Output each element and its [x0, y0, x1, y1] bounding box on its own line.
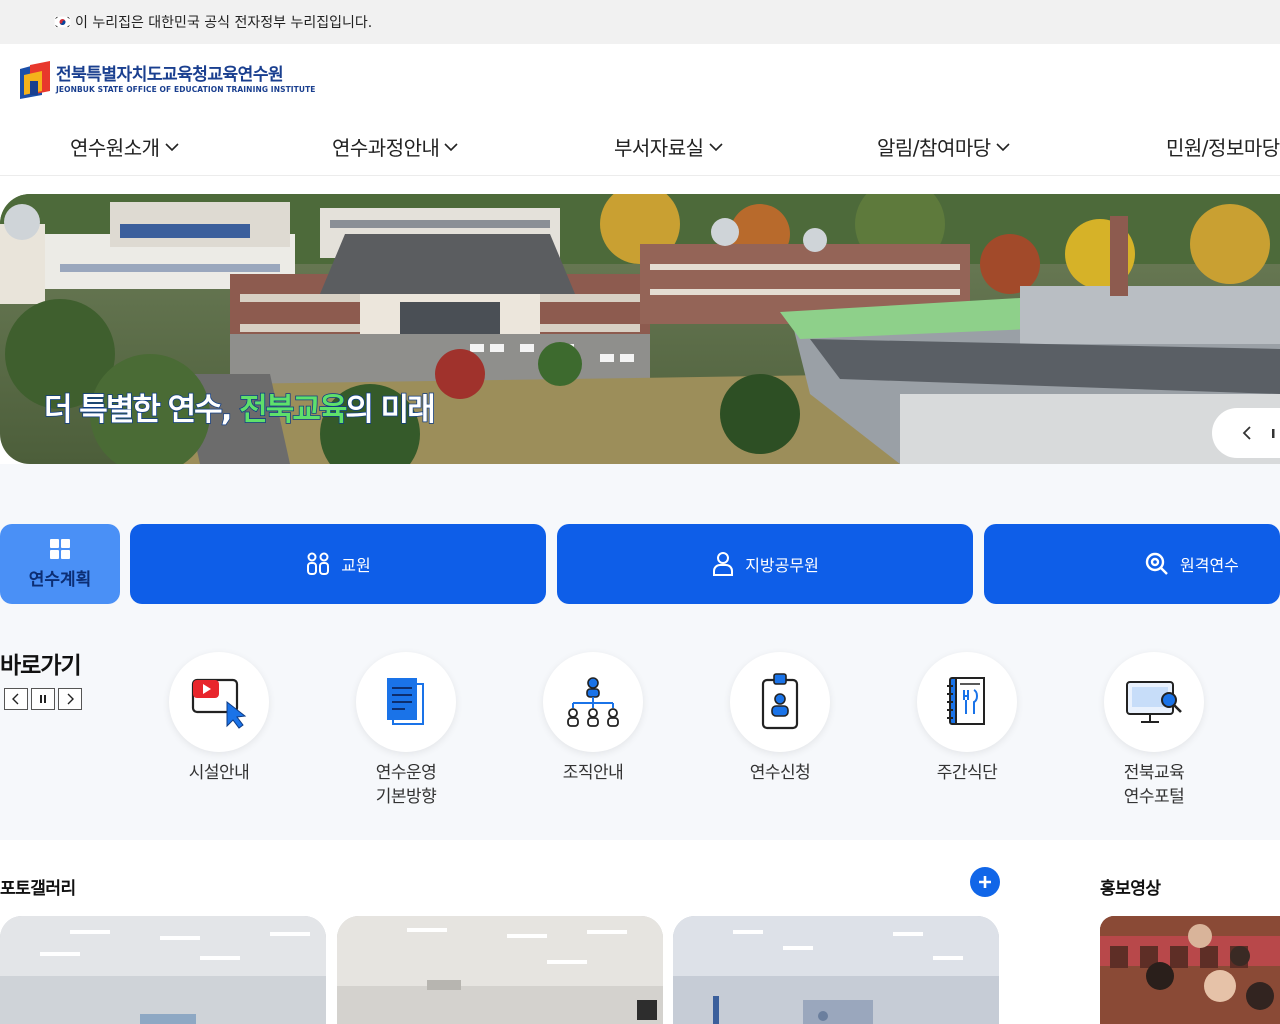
chevron-left-icon[interactable]	[1240, 425, 1254, 441]
people-icon	[307, 552, 330, 575]
quick-link-operation-direction[interactable]: 연수운영 기본방향	[336, 652, 476, 809]
nav-label: 민원/정보마당	[1166, 136, 1280, 160]
gallery-photo[interactable]	[0, 916, 326, 1024]
quick-link-icon-wrap	[543, 652, 643, 752]
training-plan-label: 연수계획	[28, 569, 92, 590]
category-remote-button[interactable]: 원격연수	[984, 524, 1280, 604]
promo-video-title: 홍보영상	[1100, 879, 1161, 899]
training-plan-tab[interactable]: 연수계획	[0, 524, 120, 604]
nav-item-civil[interactable]: 민원/정보마당	[1166, 132, 1280, 161]
quick-link-label: 주간식단	[936, 763, 998, 783]
prev-button[interactable]	[4, 688, 28, 710]
monitor-search-icon	[1126, 681, 1182, 723]
site-header: 전북특별자치도교육청교육연수원 JEONBUK STATE OFFICE OF …	[0, 44, 1280, 176]
main-nav: 연수원소개 연수과정안내 부서자료실 알림/참여마당 민원/정보마당	[0, 132, 1280, 164]
quick-link-label: 연수운영 기본방향	[375, 763, 437, 807]
id-badge-icon	[761, 673, 799, 730]
promo-video-image	[1100, 916, 1280, 1024]
logo-name-en: JEONBUK STATE OFFICE OF EDUCATION TRAINI…	[56, 85, 316, 94]
quick-link-label: 전북교육 연수포털	[1123, 763, 1185, 807]
nav-item-courses[interactable]: 연수과정안내	[332, 132, 459, 161]
photo-gallery-title: 포토갤러리	[0, 879, 76, 899]
hero-slider-controls	[1212, 408, 1280, 458]
quick-link-icon-wrap	[917, 652, 1017, 752]
nav-label: 부서자료실	[614, 136, 704, 160]
pause-icon	[40, 695, 46, 703]
chevron-left-icon	[12, 693, 19, 705]
quick-link-weekly-menu[interactable]: 주간식단	[897, 652, 1037, 785]
chevron-down-icon	[444, 142, 458, 151]
gallery-photo-image	[0, 916, 326, 1024]
nav-label: 연수원소개	[70, 136, 160, 160]
video-cursor-icon	[191, 678, 247, 729]
gallery-photo-image	[337, 916, 663, 1024]
quick-link-label: 조직안내	[562, 763, 624, 783]
logo-name-ko: 전북특별자치도교육청교육연수원	[56, 65, 284, 85]
gallery-photo[interactable]	[337, 916, 663, 1024]
category-label: 지방공무원	[745, 556, 819, 575]
site-logo[interactable]: 전북특별자치도교육청교육연수원 JEONBUK STATE OFFICE OF …	[18, 61, 316, 99]
plus-icon	[979, 876, 991, 888]
category-label: 교원	[341, 556, 371, 575]
chevron-right-icon	[67, 693, 74, 705]
menu-book-icon	[947, 677, 985, 725]
search-icon	[1145, 552, 1168, 575]
gallery-more-button[interactable]	[970, 867, 1000, 897]
quick-link-label: 시설안내	[188, 763, 250, 783]
nav-label: 연수과정안내	[332, 136, 440, 160]
next-button[interactable]	[58, 688, 82, 710]
quick-link-facilities[interactable]: 시설안내	[149, 652, 289, 785]
quick-link-training-portal[interactable]: 전북교육 연수포털	[1084, 652, 1224, 809]
category-civil-servant-button[interactable]: 지방공무원	[557, 524, 973, 604]
quick-links-controls	[4, 688, 82, 710]
quick-link-organization[interactable]: 조직안내	[523, 652, 663, 785]
quick-link-icon-wrap	[169, 652, 269, 752]
quick-links-title: 바로가기	[0, 653, 82, 679]
quick-link-icon-wrap	[1104, 652, 1204, 752]
nav-item-notice[interactable]: 알림/참여마당	[877, 132, 1011, 161]
nav-label: 알림/참여마당	[877, 136, 991, 160]
nav-item-dept-resources[interactable]: 부서자료실	[614, 132, 724, 161]
grid-icon	[50, 538, 70, 559]
chevron-down-icon	[996, 142, 1010, 151]
pause-button[interactable]	[31, 688, 55, 710]
chevron-down-icon	[164, 142, 179, 151]
gov-banner: 이 누리집은 대한민국 공식 전자정부 누리집입니다.	[0, 0, 1280, 44]
gallery-photo[interactable]	[673, 916, 999, 1024]
nav-item-about[interactable]: 연수원소개	[70, 132, 180, 161]
promo-video-thumbnail[interactable]	[1100, 916, 1280, 1024]
gov-banner-text[interactable]: 이 누리집은 대한민국 공식 전자정부 누리집입니다.	[75, 12, 372, 32]
person-icon	[713, 552, 734, 576]
hero-slogan-part: 의 미래	[345, 391, 437, 429]
hero-slogan-highlight: 전북교육	[239, 391, 349, 429]
category-label: 원격연수	[1180, 556, 1239, 575]
logo-mark-icon	[20, 61, 50, 99]
category-teacher-button[interactable]: 교원	[130, 524, 546, 604]
hero-banner: 더 특별한 연수, 전북교육의 미래	[0, 194, 1280, 464]
org-chart-icon	[567, 677, 619, 727]
hero-slogan-part: 더 특별한 연수,	[43, 391, 240, 429]
quick-link-icon-wrap	[730, 652, 830, 752]
chevron-down-icon	[708, 142, 723, 151]
gallery-photo-image	[673, 916, 999, 1024]
quick-link-icon-wrap	[356, 652, 456, 752]
pause-icon[interactable]	[1270, 425, 1280, 441]
korea-flag-icon	[54, 16, 71, 28]
quick-link-apply[interactable]: 연수신청	[710, 652, 850, 785]
hero-slogan: 더 특별한 연수, 전북교육의 미래	[43, 384, 437, 429]
document-icon	[387, 678, 424, 725]
quick-link-label: 연수신청	[749, 763, 811, 783]
